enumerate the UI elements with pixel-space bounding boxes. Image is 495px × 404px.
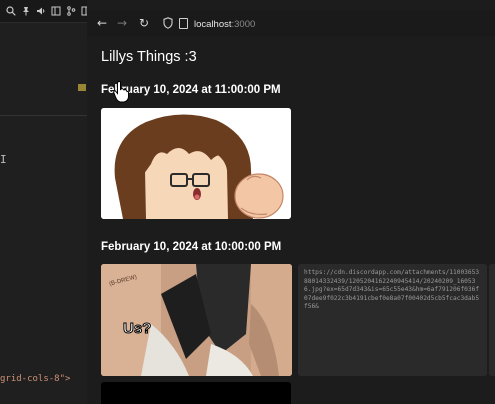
editor-divider [0,22,90,23]
sidebar-toggle-icon[interactable] [51,6,61,16]
pin-icon[interactable] [21,6,31,16]
search-icon[interactable] [6,6,16,16]
editor-divider [0,115,90,116]
attachment-card[interactable] [489,264,495,376]
post-image[interactable] [101,382,291,404]
reload-icon: ↻ [138,16,150,30]
forward-button[interactable]: → [113,14,131,32]
attachment-link[interactable]: https://cdn.discordapp.com/attachments/1… [298,264,487,376]
source-control-icon[interactable] [66,6,76,16]
browser-toolbar: ← → ↻ localhost:3000 [87,10,495,36]
shield-icon[interactable] [163,17,173,29]
page-content: Lillys Things :3 February 10, 2024 at 11… [87,36,495,404]
cartoon-character-image [101,108,291,219]
back-arrow-icon: ← [96,16,108,30]
forward-arrow-icon: → [116,16,128,30]
scrollbar-marker [78,84,86,91]
speaker-icon[interactable] [36,6,46,16]
url-host: localhost [194,19,232,30]
code-snippet: grid-cols-8"> [0,374,71,384]
reload-button[interactable]: ↻ [135,14,153,32]
page-icon [179,17,188,29]
browser-window: ← → ↻ localhost:3000 Lillys Things :3 Fe… [87,0,495,404]
back-button[interactable]: ← [93,14,111,32]
text-caret: I [0,153,7,166]
post-date: February 10, 2024 at 10:00:00 PM [101,241,282,253]
url-port: :3000 [231,19,256,30]
code-editor-panel: I grid-cols-8"> [0,0,105,404]
editor-titlebar [0,0,105,22]
post-image[interactable] [101,108,291,219]
address-bar[interactable]: localhost:3000 [159,12,495,34]
hand-cursor-icon [113,81,129,103]
code-line[interactable]: grid-cols-8"> [0,374,70,384]
post-image[interactable]: (B-DREW) Us? [101,264,292,376]
site-title: Lillys Things :3 [101,49,197,65]
meme-caption: Us? [122,320,152,338]
